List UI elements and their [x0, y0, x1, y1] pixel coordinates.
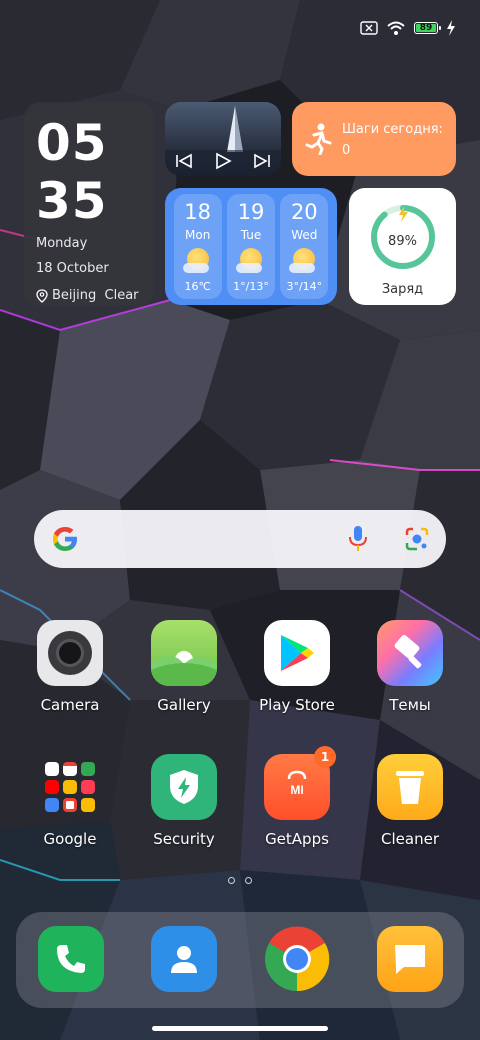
steps-label: Шаги сегодня: [342, 121, 443, 137]
themes-icon [377, 620, 443, 686]
google-search-bar[interactable] [34, 510, 446, 568]
page-dot[interactable] [228, 877, 235, 884]
battery-widget-label: Заряд [381, 282, 424, 297]
weather-day-name: Tue [240, 228, 262, 242]
app-label: Google [43, 830, 97, 848]
weather-temp: 16℃ [184, 280, 211, 293]
weather-day-number: 19 [237, 200, 265, 224]
wifi-icon [387, 21, 405, 35]
chrome-icon[interactable] [264, 926, 330, 992]
weather-day-number: 20 [290, 200, 318, 224]
battery-widget[interactable]: 89% Заряд [349, 188, 456, 305]
clock-date: 18 October [36, 261, 109, 276]
steps-widget[interactable]: Шаги сегодня: 0 [292, 102, 456, 176]
contacts-icon[interactable] [151, 926, 217, 992]
battery-indicator: 89 [414, 22, 441, 34]
music-mini-icon [81, 780, 95, 794]
clock-hour: 05 [36, 114, 108, 172]
photos-mini-icon [63, 798, 77, 812]
home-indicator[interactable] [152, 1026, 328, 1031]
page-indicator [228, 877, 252, 884]
app-play-store[interactable]: Play Store [247, 620, 347, 714]
camera-icon [37, 620, 103, 686]
google-mini-icon [45, 762, 59, 776]
status-bar: 89 [360, 16, 456, 40]
google-lens-icon[interactable] [404, 526, 430, 552]
meet-mini-icon [45, 798, 59, 812]
battery-percent: 89 [419, 23, 433, 33]
gallery-icon [151, 620, 217, 686]
app-label: Camera [40, 696, 100, 714]
drive-mini-icon [63, 780, 77, 794]
google-folder-icon [37, 754, 103, 820]
app-label: Gallery [157, 696, 211, 714]
app-label: Cleaner [381, 830, 439, 848]
app-gallery[interactable]: Gallery [134, 620, 234, 714]
music-widget[interactable] [165, 102, 281, 176]
svg-text:MI: MI [290, 783, 303, 797]
app-camera[interactable]: Camera [20, 620, 120, 714]
app-label: Security [153, 830, 215, 848]
app-getapps[interactable]: MI 1 GetApps [247, 746, 347, 848]
app-label: GetApps [265, 830, 329, 848]
weather-widget[interactable]: 18 Mon 16℃ 19 Tue 1°/13° 20 Wed 3°/14° [165, 188, 337, 305]
weather-temp: 1°/13° [233, 280, 269, 293]
messages-icon[interactable] [377, 926, 443, 992]
steps-count: 0 [342, 142, 351, 158]
files-mini-icon [81, 798, 95, 812]
sim-off-icon [360, 21, 378, 35]
battery-widget-percent: 89% [388, 234, 417, 249]
running-person-icon [305, 123, 332, 155]
weather-day-name: Wed [291, 228, 318, 242]
partly-cloudy-icon [182, 248, 209, 273]
next-icon[interactable] [253, 153, 271, 169]
microphone-icon[interactable] [348, 525, 368, 553]
getapps-icon: MI 1 [264, 746, 336, 820]
weather-day-number: 18 [184, 200, 212, 224]
youtube-mini-icon [45, 780, 59, 794]
app-google-folder[interactable]: Google [20, 754, 120, 848]
clock-day: Monday [36, 236, 88, 251]
music-controls [165, 152, 281, 170]
clock-widget[interactable]: 05 35 Monday 18 October Beijing Clear [24, 102, 154, 306]
partly-cloudy-icon [235, 248, 262, 273]
app-security[interactable]: Security [134, 754, 234, 848]
partly-cloudy-icon [289, 248, 316, 273]
location-pin-icon [36, 288, 48, 303]
dock [16, 912, 464, 1008]
previous-icon[interactable] [175, 153, 193, 169]
clock-location-text: Beijing Clear [52, 288, 139, 303]
weather-day: 19 Tue 1°/13° [226, 194, 275, 299]
google-logo-icon [53, 527, 77, 551]
page-dot[interactable] [245, 877, 252, 884]
weather-temp: 3°/14° [286, 280, 323, 293]
security-icon [151, 754, 217, 820]
app-cleaner[interactable]: Cleaner [360, 754, 460, 848]
play-icon[interactable] [214, 152, 232, 170]
notification-badge: 1 [314, 746, 336, 768]
app-themes[interactable]: Темы [360, 620, 460, 714]
weather-day: 20 Wed 3°/14° [280, 194, 329, 299]
play-store-icon [264, 620, 330, 686]
cleaner-icon [377, 754, 443, 820]
app-label: Темы [389, 696, 431, 714]
maps-mini-icon [81, 762, 95, 776]
weather-day-name: Mon [185, 228, 211, 242]
gmail-mini-icon [63, 762, 77, 776]
clock-minute: 35 [36, 172, 108, 230]
app-label: Play Store [259, 696, 335, 714]
phone-icon[interactable] [38, 926, 104, 992]
clock-location: Beijing Clear [36, 288, 142, 303]
charging-bolt-icon [447, 20, 455, 36]
weather-day: 18 Mon 16℃ [173, 194, 222, 299]
